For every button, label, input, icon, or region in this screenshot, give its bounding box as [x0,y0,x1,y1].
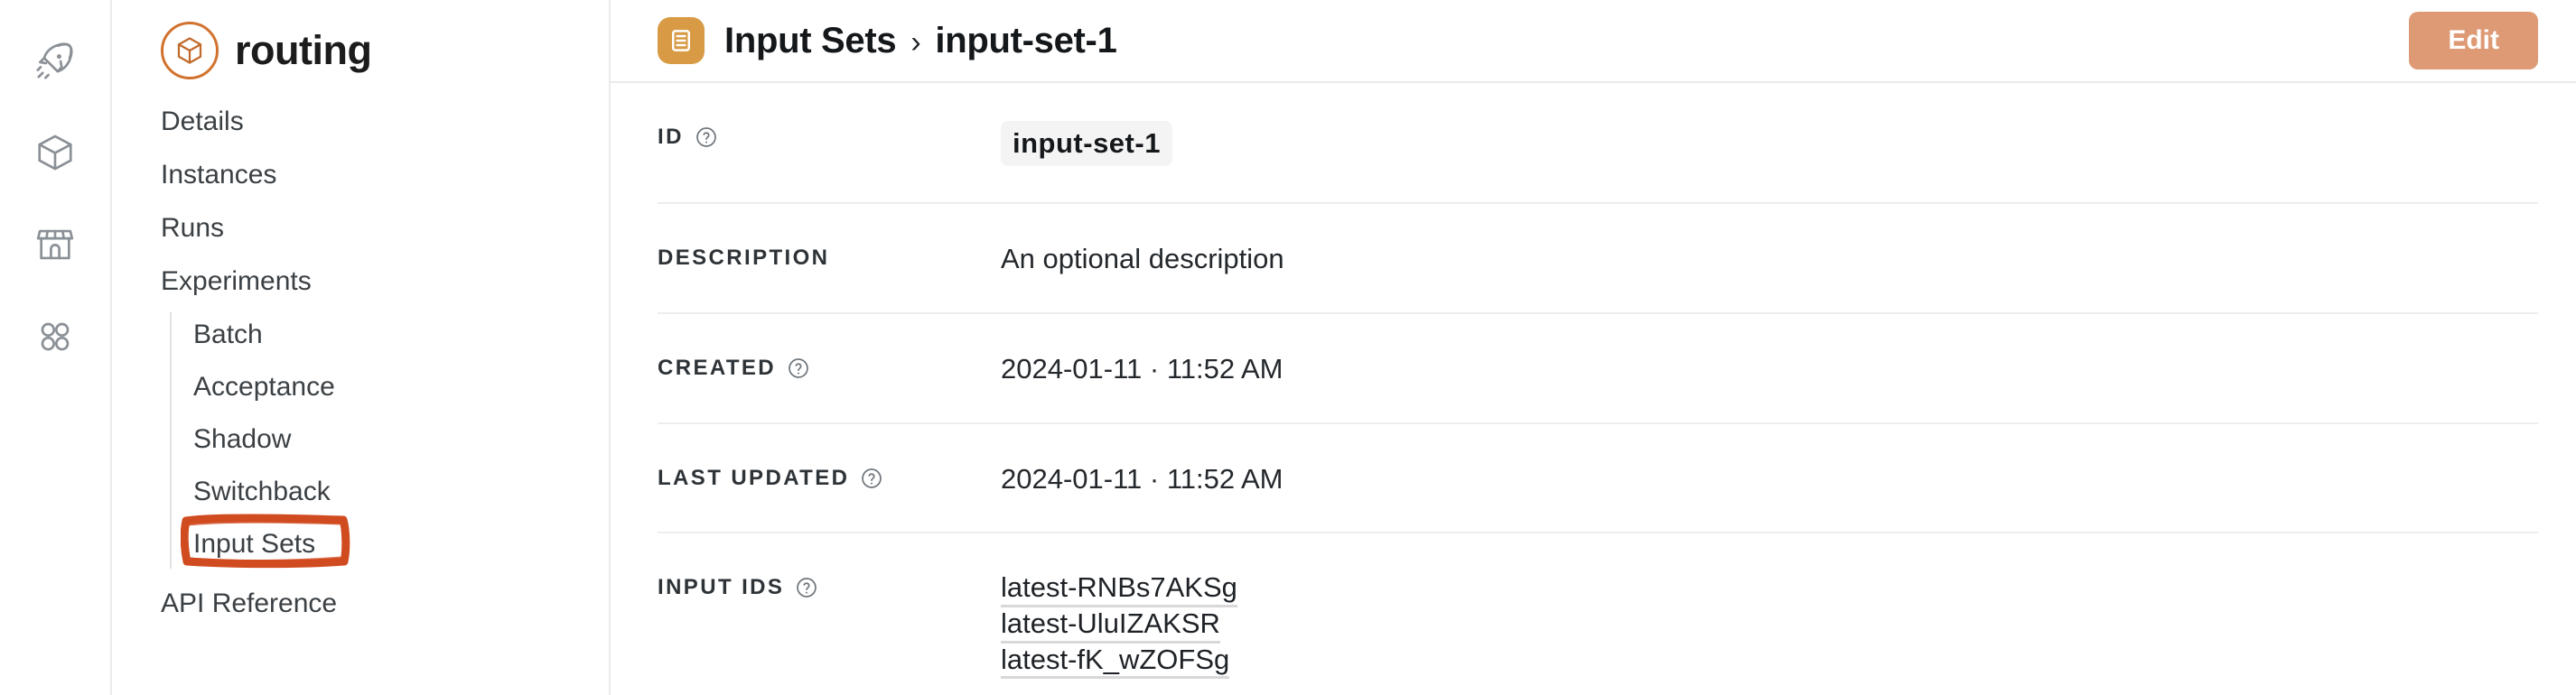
project-name: routing [235,27,372,73]
project-brand[interactable]: routing [112,0,609,87]
sidebar-item-input-sets[interactable]: Input Sets [193,522,315,567]
input-id-line: latest-RNBs7AKSg [1001,571,2538,608]
page-topbar: Input Sets › input-set-1 Edit [611,0,2576,83]
input-id-link[interactable]: latest-RNBs7AKSg [1001,571,1237,608]
input-id-link[interactable]: latest-UluIZAKSR [1001,607,1220,644]
sidebar-item-batch[interactable]: Batch [193,312,263,357]
detail-label-last-updated: Last Updated [658,462,1001,491]
breadcrumb-root[interactable]: Input Sets [724,21,897,60]
label-text-id: ID [658,125,684,149]
input-id-link[interactable]: latest-fK_wZOFSg [1001,644,1230,680]
sidebar-item-shadow[interactable]: Shadow [193,417,291,462]
label-text-created: Created [658,355,777,380]
created-value: 2024-01-11 · 11:52 AM [1001,352,1283,385]
detail-label-created: Created [658,352,1001,381]
apps-grid-icon[interactable] [0,291,111,383]
sidebar-item-api-reference[interactable]: API Reference [161,581,337,626]
experiments-subnav: Batch Acceptance Shadow Switchback Input… [170,312,609,569]
detail-label-id: ID [658,121,1001,150]
input-id-line: latest-fK_wZOFSg [1001,644,2538,680]
sidebar-item-instances[interactable]: Instances [161,153,276,198]
id-value-chip: input-set-1 [1001,121,1172,166]
rocket-icon[interactable] [0,14,111,107]
cube-icon[interactable] [0,107,111,199]
detail-value-last-updated: 2024-01-11 · 11:52 AM [1001,462,2538,496]
last-updated-value: 2024-01-11 · 11:52 AM [1001,462,1283,495]
cube-in-circle-icon [161,22,219,79]
edit-button[interactable]: Edit [2409,12,2538,70]
sidebar-item-details[interactable]: Details [161,99,244,144]
global-icon-rail [0,0,112,695]
label-text-input-ids: Input IDs [658,575,785,600]
detail-row-created: Created 2024-01-11 · 11:52 AM [658,314,2538,424]
label-text-last-updated: Last Updated [658,465,850,490]
project-sidebar: routing Details Instances Runs Experimen… [112,0,611,695]
sidebar-item-acceptance[interactable]: Acceptance [193,365,335,410]
input-sets-annotation-wrap: Input Sets [181,514,350,569]
sidebar-item-switchback[interactable]: Switchback [193,469,331,514]
chevron-right-icon: › [910,24,921,60]
description-value: An optional description [1001,243,1284,274]
detail-label-description: Description [658,242,1001,271]
app-root: routing Details Instances Runs Experimen… [0,0,2576,695]
detail-value-created: 2024-01-11 · 11:52 AM [1001,352,2538,386]
sidebar-item-experiments[interactable]: Experiments [161,259,312,304]
input-id-line: latest-UluIZAKSR [1001,607,2538,644]
label-text-description: Description [658,246,830,270]
help-circle-icon[interactable] [795,576,818,599]
list-document-icon [658,17,705,64]
detail-label-input-ids: Input IDs [658,571,1001,600]
detail-value-id: input-set-1 [1001,121,2538,166]
breadcrumb: Input Sets › input-set-1 [724,21,1117,61]
detail-row-description: Description An optional description [658,204,2538,314]
detail-value-description: An optional description [1001,242,2538,276]
detail-row-id: ID input-set-1 [658,83,2538,204]
main-panel: Input Sets › input-set-1 Edit ID input-set… [611,0,2576,695]
detail-row-last-updated: Last Updated 2024-01-11 · 11:52 AM [658,424,2538,534]
sidebar-item-runs[interactable]: Runs [161,206,224,251]
breadcrumb-current: input-set-1 [935,20,1117,60]
detail-rows: ID input-set-1 Description An opt [611,83,2576,695]
detail-row-input-ids: Input IDs latest-RNBs7AKSg latest-UluIZA… [658,533,2538,695]
help-circle-icon[interactable] [695,125,718,149]
help-circle-icon[interactable] [860,467,883,490]
marketplace-icon[interactable] [0,199,111,291]
help-circle-icon[interactable] [787,357,810,380]
sidebar-nav: Details Instances Runs Experiments Batch… [112,87,609,626]
detail-value-input-ids: latest-RNBs7AKSg latest-UluIZAKSR latest… [1001,571,2538,680]
